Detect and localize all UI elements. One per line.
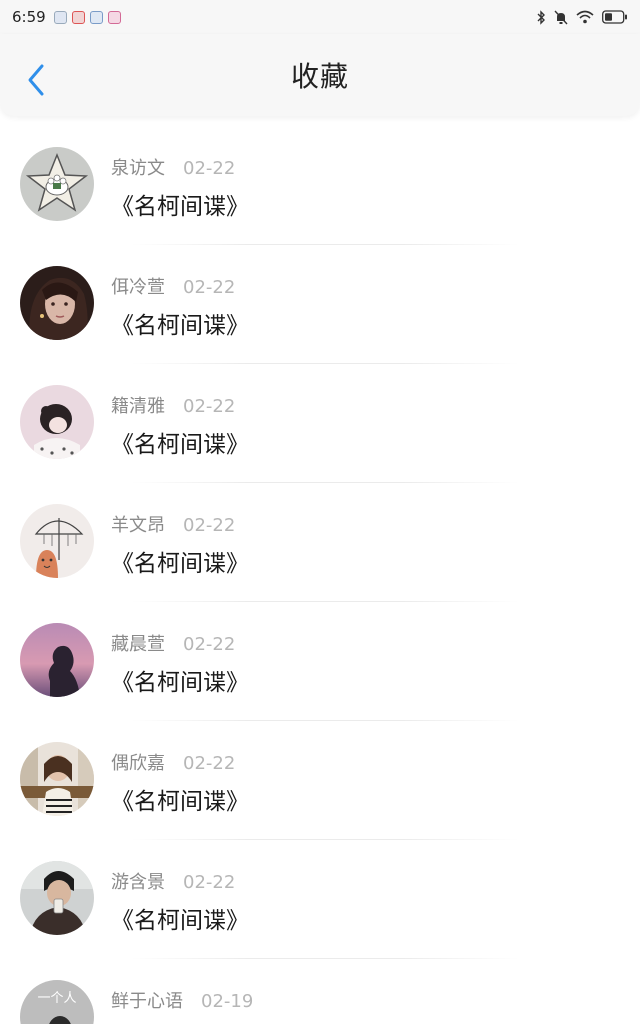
avatar-star-sheep-image xyxy=(20,147,94,221)
back-button[interactable] xyxy=(22,62,50,98)
item-author: 佴冷萱 02-22 xyxy=(111,273,235,299)
item-title[interactable]: 《名柯间谍》 xyxy=(111,782,249,816)
avatar[interactable] xyxy=(20,861,94,935)
item-title[interactable]: 《名柯间谍》 xyxy=(111,544,249,578)
app-icon-shield xyxy=(89,10,103,24)
list-item[interactable]: 游含景 02-22 《名柯间谍》 xyxy=(0,830,640,949)
avatar[interactable] xyxy=(20,266,94,340)
wifi-icon xyxy=(576,10,594,24)
item-date: 02-22 xyxy=(183,515,236,536)
item-title[interactable]: 《名柯间谍》 xyxy=(111,901,249,935)
item-title[interactable]: 《名柯间谍》 xyxy=(111,425,249,459)
bluetooth-icon xyxy=(537,9,545,25)
status-time: 6:59 xyxy=(12,8,46,26)
avatar[interactable] xyxy=(20,504,94,578)
item-author: 游含景 02-22 xyxy=(111,868,235,894)
avatar-girl-portrait-image xyxy=(20,266,94,340)
item-author: 鲜于心语 02-19 xyxy=(111,987,253,1013)
list-item[interactable]: 一个人 鲜于心语 02-19 xyxy=(0,949,640,1024)
author-name: 籍清雅 xyxy=(111,396,165,417)
item-date: 02-22 xyxy=(183,753,236,774)
mute-icon xyxy=(554,10,568,24)
item-author: 偶欣嘉 02-22 xyxy=(111,749,235,775)
avatar-cartoon-girl-image xyxy=(20,385,94,459)
app-icon-red xyxy=(71,10,85,24)
chevron-left-icon xyxy=(28,64,44,96)
app-header: 收藏 xyxy=(0,34,640,116)
avatar-caption: 一个人 xyxy=(37,991,76,1006)
avatar[interactable] xyxy=(20,742,94,816)
avatar[interactable]: 一个人 xyxy=(20,980,94,1024)
item-title[interactable]: 《名柯间谍》 xyxy=(111,663,249,697)
list-item[interactable]: 藏晨萱 02-22 《名柯间谍》 xyxy=(0,592,640,711)
item-author: 羊文昂 02-22 xyxy=(111,511,235,537)
item-author: 泉访文 02-22 xyxy=(111,154,235,180)
avatar-sunset-silhouette-image xyxy=(20,623,94,697)
avatar[interactable] xyxy=(20,385,94,459)
author-name: 泉访文 xyxy=(111,158,165,179)
avatar-boy-cup-image xyxy=(20,861,94,935)
item-author: 籍清雅 02-22 xyxy=(111,392,235,418)
item-title[interactable]: 《名柯间谍》 xyxy=(111,306,249,340)
item-date: 02-22 xyxy=(183,158,236,179)
item-date: 02-22 xyxy=(183,872,236,893)
avatar-text-portrait-image: 一个人 xyxy=(20,980,94,1024)
author-name: 藏晨萱 xyxy=(111,634,165,655)
item-date: 02-22 xyxy=(183,634,236,655)
list-item[interactable]: 偶欣嘉 02-22 《名柯间谍》 xyxy=(0,711,640,830)
avatar[interactable] xyxy=(20,623,94,697)
author-name: 鲜于心语 xyxy=(111,991,183,1012)
item-date: 02-22 xyxy=(183,396,236,417)
author-name: 游含景 xyxy=(111,872,165,893)
author-name: 偶欣嘉 xyxy=(111,753,165,774)
item-date: 02-22 xyxy=(183,277,236,298)
item-date: 02-19 xyxy=(201,991,254,1012)
page-title: 收藏 xyxy=(290,60,349,93)
list-item[interactable]: 佴冷萱 02-22 《名柯间谍》 xyxy=(0,235,640,354)
avatar-girl-street-image xyxy=(20,742,94,816)
list-item[interactable]: 羊文昂 02-22 《名柯间谍》 xyxy=(0,473,640,592)
status-bar: 6:59 xyxy=(0,0,640,34)
avatar-umbrella-drawing-image xyxy=(20,504,94,578)
list-item[interactable]: 泉访文 02-22 《名柯间谍》 xyxy=(0,116,640,235)
avatar[interactable] xyxy=(20,147,94,221)
list-item[interactable]: 籍清雅 02-22 《名柯间谍》 xyxy=(0,354,640,473)
item-title[interactable]: 《名柯间谍》 xyxy=(111,187,249,221)
favorites-list: 泉访文 02-22 《名柯间谍》 佴冷萱 02-22 《名柯间谍》 籍清雅 02… xyxy=(0,116,640,1024)
battery-icon xyxy=(602,10,627,24)
app-icon-pink xyxy=(107,10,121,24)
author-name: 佴冷萱 xyxy=(111,277,165,298)
item-author: 藏晨萱 02-22 xyxy=(111,630,235,656)
author-name: 羊文昂 xyxy=(111,515,165,536)
app-icon-blue xyxy=(53,10,67,24)
